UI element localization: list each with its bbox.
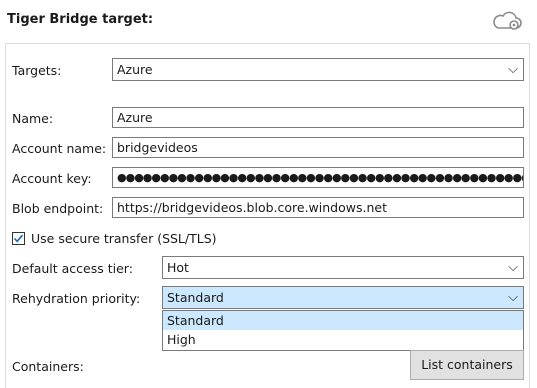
blob-endpoint-label: Blob endpoint: [12, 201, 104, 216]
default-tier-select[interactable]: Hot ⌵ [162, 256, 524, 279]
blob-endpoint-field[interactable]: https://bridgevideos.blob.core.windows.n… [112, 197, 524, 218]
name-label: Name: [12, 111, 54, 126]
rehydration-option-high[interactable]: High [163, 330, 523, 349]
rehydration-value: Standard [167, 290, 224, 305]
account-key-field[interactable]: ●●●●●●●●●●●●●●●●●●●●●●●●●●●●●●●●●●●●●●●●… [112, 167, 524, 188]
rehydration-label: Rehydration priority: [12, 291, 141, 306]
account-key-label: Account key: [12, 171, 92, 186]
rehydration-option-standard[interactable]: Standard [163, 311, 523, 330]
targets-select[interactable]: Azure ⌵ [112, 58, 524, 81]
list-containers-button[interactable]: List containers [410, 350, 524, 380]
containers-label: Containers: [12, 359, 84, 374]
account-name-label: Account name: [12, 141, 107, 156]
targets-value: Azure [117, 62, 153, 77]
account-name-field[interactable]: bridgevideos [112, 137, 524, 158]
default-tier-label: Default access tier: [12, 261, 133, 276]
rehydration-select[interactable]: Standard ⌵ [162, 286, 524, 309]
targets-label: Targets: [12, 63, 62, 78]
checkmark-icon [13, 234, 24, 243]
chevron-down-icon: ⌵ [508, 290, 518, 305]
cloud-settings-icon [493, 11, 522, 30]
rehydration-dropdown-list: Standard High [162, 310, 524, 351]
chevron-down-icon: ⌵ [508, 260, 518, 275]
secure-transfer-checkbox[interactable] [12, 232, 25, 245]
secure-transfer-label[interactable]: Use secure transfer (SSL/TLS) [31, 231, 217, 246]
name-field[interactable]: Azure [112, 107, 524, 128]
default-tier-value: Hot [167, 260, 189, 275]
page-title: Tiger Bridge target: [7, 12, 154, 27]
chevron-down-icon: ⌵ [508, 62, 518, 77]
